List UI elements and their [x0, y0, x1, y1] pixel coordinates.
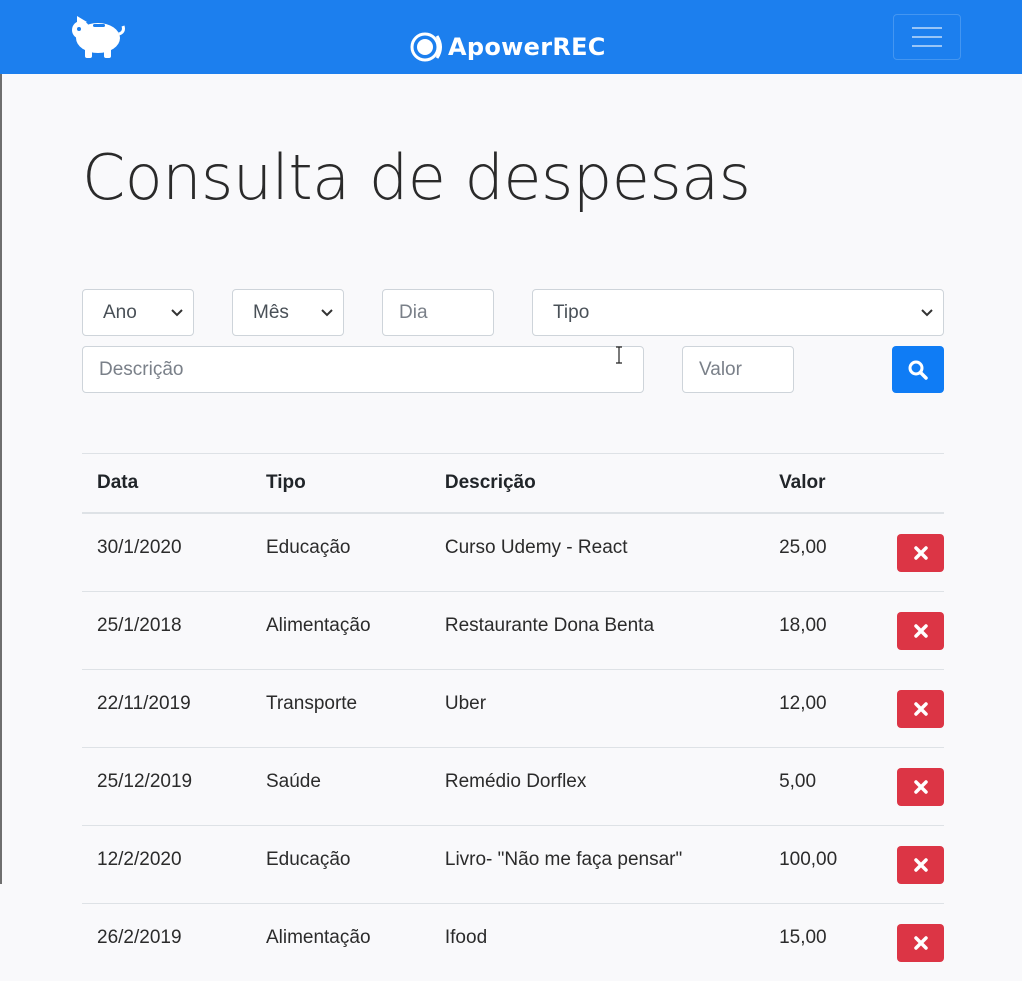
menu-line [912, 27, 942, 29]
table-row: 26/2/2019 Alimentação Ifood 15,00 [82, 904, 944, 981]
dia-input[interactable]: Dia [382, 289, 494, 336]
window-edge [0, 74, 2, 884]
delete-button[interactable] [897, 612, 944, 650]
cell-descricao: Remédio Dorflex [430, 748, 764, 826]
navbar: ApowerREC [0, 0, 1022, 74]
expenses-table: Data Tipo Descrição Valor 30/1/2020 Educ… [82, 453, 944, 981]
cell-actions [882, 670, 944, 748]
page-title: Consulta de despesas [82, 141, 750, 215]
cell-data: 12/2/2020 [82, 826, 251, 904]
search-icon [908, 360, 928, 380]
close-icon [913, 623, 929, 639]
close-icon [913, 935, 929, 951]
cell-valor: 15,00 [764, 904, 882, 981]
descricao-placeholder: Descrição [83, 359, 643, 381]
delete-button[interactable] [897, 690, 944, 728]
cell-tipo: Educação [251, 513, 430, 592]
header-data: Data [82, 454, 251, 514]
cell-tipo: Alimentação [251, 592, 430, 670]
cell-actions [882, 748, 944, 826]
cell-descricao: Curso Udemy - React [430, 513, 764, 592]
table-row: 22/11/2019 Transporte Uber 12,00 [82, 670, 944, 748]
chevron-down-icon [321, 309, 333, 317]
tipo-select[interactable]: Tipo [532, 289, 944, 336]
close-icon [913, 545, 929, 561]
table-row: 12/2/2020 Educação Livro- "Não me faça p… [82, 826, 944, 904]
valor-input[interactable]: Valor [682, 346, 794, 393]
cell-tipo: Educação [251, 826, 430, 904]
cell-valor: 100,00 [764, 826, 882, 904]
cell-data: 22/11/2019 [82, 670, 251, 748]
cell-tipo: Alimentação [251, 904, 430, 981]
cell-data: 26/2/2019 [82, 904, 251, 981]
table-body: 30/1/2020 Educação Curso Udemy - React 2… [82, 513, 944, 981]
close-icon [913, 701, 929, 717]
cell-descricao: Ifood [430, 904, 764, 981]
header-actions [882, 454, 944, 514]
cell-descricao: Uber [430, 670, 764, 748]
cell-actions [882, 513, 944, 592]
cell-data: 30/1/2020 [82, 513, 251, 592]
header-descricao: Descrição [430, 454, 764, 514]
close-icon [913, 857, 929, 873]
cell-tipo: Saúde [251, 748, 430, 826]
tipo-select-value: Tipo [533, 302, 921, 324]
hamburger-menu-button[interactable] [893, 14, 961, 60]
piggy-bank-icon[interactable] [69, 12, 125, 60]
cell-valor: 12,00 [764, 670, 882, 748]
mes-select-value: Mês [233, 302, 321, 324]
table-row: 25/1/2018 Alimentação Restaurante Dona B… [82, 592, 944, 670]
ano-select[interactable]: Ano [82, 289, 194, 336]
apowerrec-watermark: ApowerREC [410, 30, 606, 64]
delete-button[interactable] [897, 768, 944, 806]
dia-placeholder: Dia [383, 302, 493, 324]
cell-valor: 25,00 [764, 513, 882, 592]
text-cursor-icon [614, 346, 624, 364]
delete-button[interactable] [897, 924, 944, 962]
header-valor: Valor [764, 454, 882, 514]
table-row: 30/1/2020 Educação Curso Udemy - React 2… [82, 513, 944, 592]
cell-tipo: Transporte [251, 670, 430, 748]
cell-valor: 18,00 [764, 592, 882, 670]
header-tipo: Tipo [251, 454, 430, 514]
descricao-input[interactable]: Descrição [82, 346, 644, 393]
watermark-text: ApowerREC [448, 33, 606, 61]
cell-data: 25/1/2018 [82, 592, 251, 670]
chevron-down-icon [921, 309, 933, 317]
valor-placeholder: Valor [683, 359, 793, 381]
record-icon [410, 30, 444, 64]
menu-line [912, 45, 942, 47]
table-header-row: Data Tipo Descrição Valor [82, 454, 944, 514]
cell-descricao: Livro- "Não me faça pensar" [430, 826, 764, 904]
chevron-down-icon [171, 309, 183, 317]
mes-select[interactable]: Mês [232, 289, 344, 336]
cell-descricao: Restaurante Dona Benta [430, 592, 764, 670]
search-button[interactable] [892, 346, 944, 393]
close-icon [913, 779, 929, 795]
cell-actions [882, 592, 944, 670]
cell-actions [882, 826, 944, 904]
cell-valor: 5,00 [764, 748, 882, 826]
menu-line [912, 36, 942, 38]
cell-data: 25/12/2019 [82, 748, 251, 826]
cell-actions [882, 904, 944, 981]
delete-button[interactable] [897, 846, 944, 884]
delete-button[interactable] [897, 534, 944, 572]
table-row: 25/12/2019 Saúde Remédio Dorflex 5,00 [82, 748, 944, 826]
ano-select-value: Ano [83, 302, 171, 324]
